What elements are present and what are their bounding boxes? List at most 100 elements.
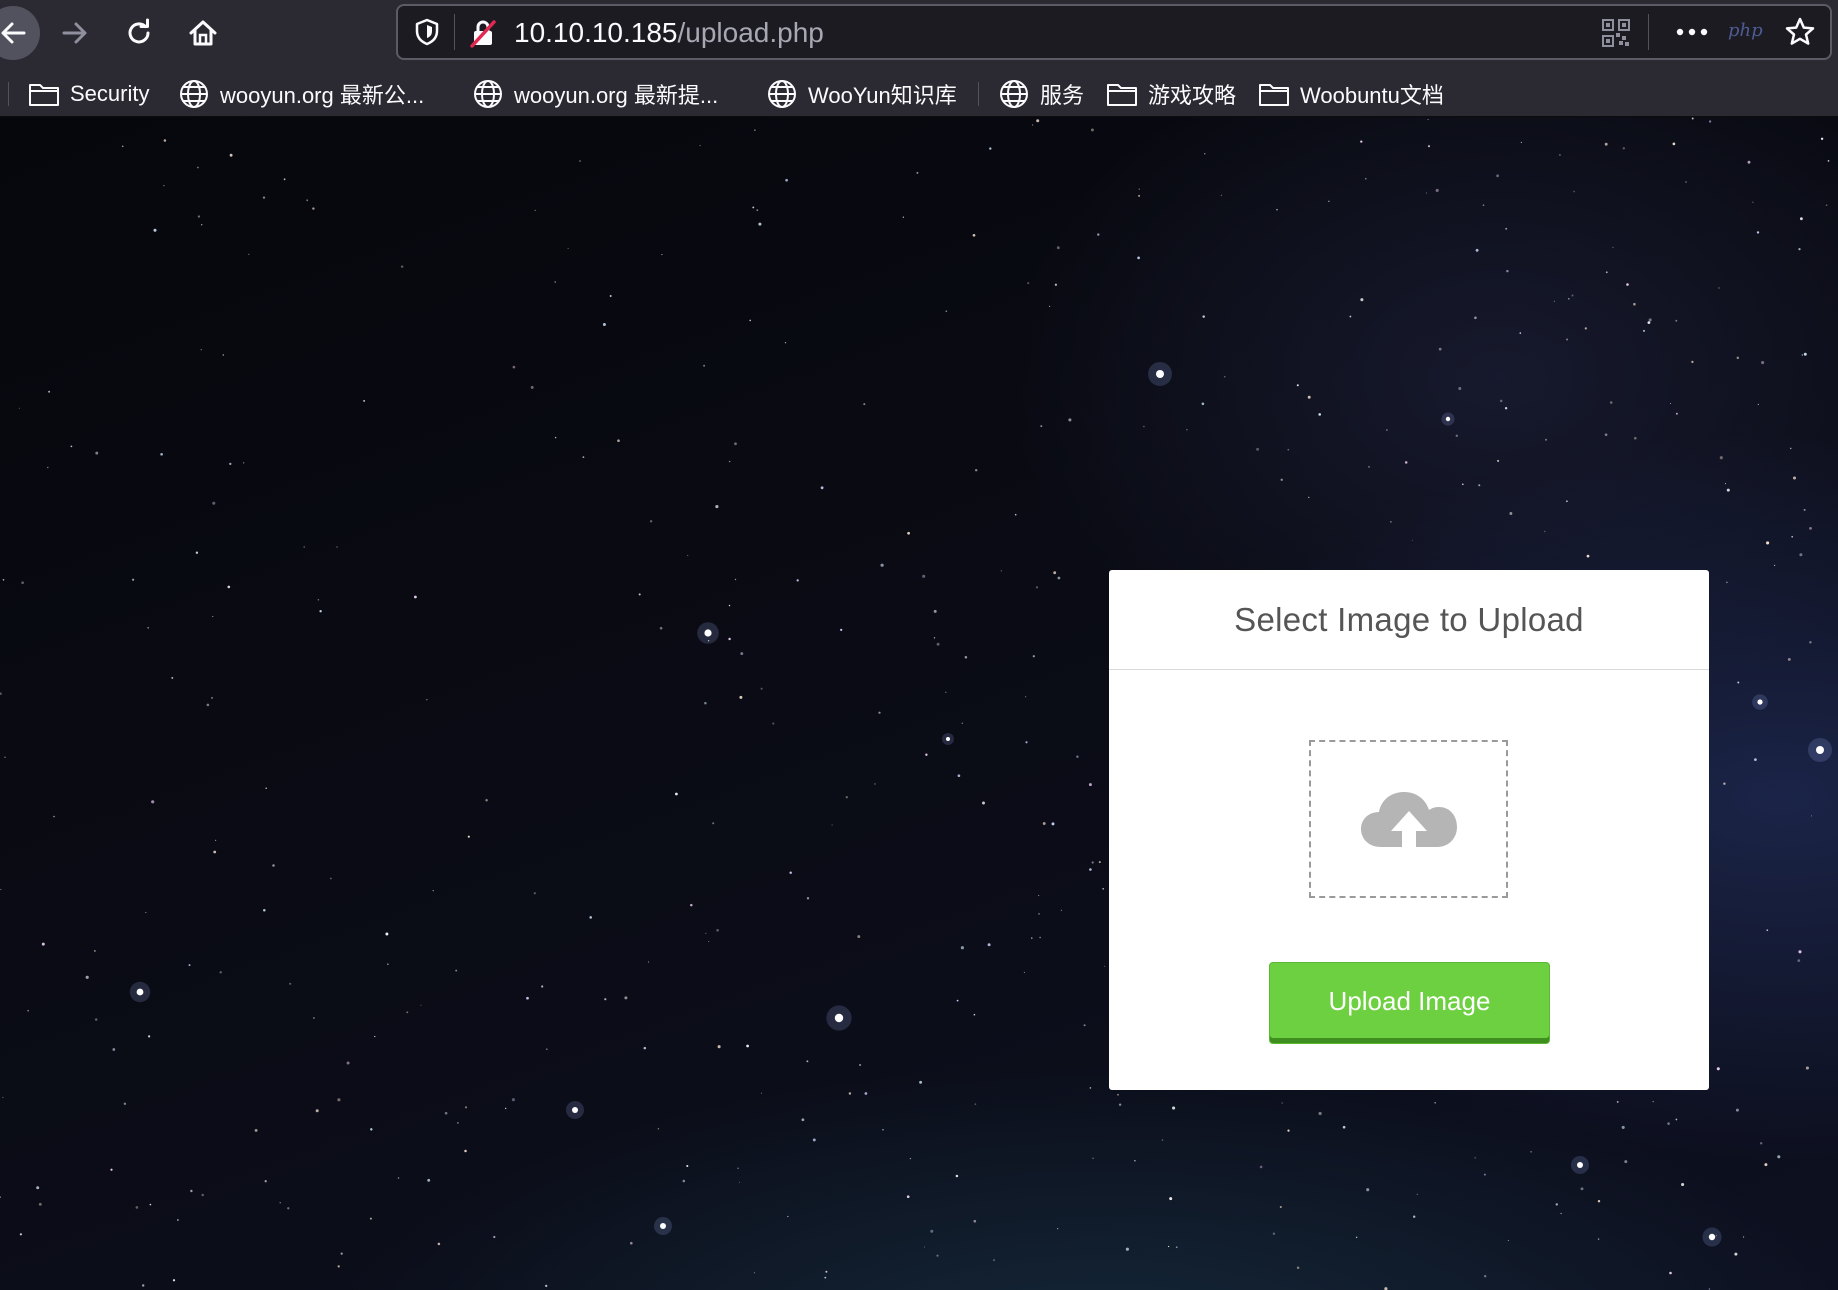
star — [1287, 448, 1290, 451]
star — [1809, 641, 1812, 644]
star — [961, 722, 963, 724]
qr-code-icon[interactable] — [1602, 19, 1630, 47]
star — [1566, 338, 1569, 341]
star — [1604, 142, 1608, 146]
bookmark-wooyun-knowledge[interactable]: WooYun知识库 — [766, 74, 957, 114]
star — [1308, 496, 1310, 499]
star — [1609, 401, 1613, 404]
image-dropzone[interactable] — [1309, 740, 1508, 898]
star — [1364, 177, 1367, 180]
star — [1616, 1100, 1619, 1103]
star — [177, 1219, 179, 1221]
star — [609, 295, 612, 297]
star — [974, 1103, 977, 1105]
star — [1296, 1266, 1300, 1269]
back-button[interactable] — [0, 6, 40, 60]
forward-button[interactable] — [48, 6, 102, 60]
bookmark-woobuntu-docs[interactable]: Woobuntu文档 — [1258, 74, 1444, 114]
bookmark-security[interactable]: Security — [28, 74, 149, 114]
star — [21, 581, 24, 585]
bright-star — [136, 988, 144, 996]
star — [1798, 247, 1801, 251]
star — [919, 1080, 923, 1084]
bookmark-wooyun-submissions[interactable]: wooyun.org 最新提... — [472, 74, 718, 114]
star — [437, 1242, 441, 1246]
shield-icon[interactable] — [414, 18, 440, 46]
star — [1175, 1246, 1178, 1249]
star — [1280, 478, 1283, 481]
star — [94, 1018, 98, 1021]
star — [1279, 1205, 1282, 1209]
star — [229, 153, 233, 157]
star — [1076, 755, 1079, 758]
star — [1719, 456, 1723, 460]
bookmark-game-guides[interactable]: 游戏攻略 — [1106, 74, 1236, 114]
url-bar[interactable]: 10.10.10.185/upload.php php — [396, 4, 1832, 60]
bright-star — [1757, 699, 1763, 705]
star — [1038, 894, 1040, 896]
star — [248, 253, 250, 255]
star — [1031, 124, 1034, 126]
bright-star — [1708, 1233, 1716, 1241]
bright-star — [660, 1223, 666, 1229]
star — [906, 1195, 910, 1199]
star — [604, 998, 607, 1001]
star — [772, 722, 775, 725]
star — [1810, 815, 1813, 817]
star — [1296, 384, 1299, 387]
star — [1360, 140, 1363, 143]
bookmark-services[interactable]: 服务 — [998, 74, 1084, 114]
home-button[interactable] — [176, 6, 230, 60]
insecure-lock-icon[interactable] — [468, 18, 498, 48]
star — [426, 699, 428, 701]
star — [909, 1157, 912, 1160]
star — [315, 1109, 319, 1113]
star — [1056, 246, 1060, 250]
star — [420, 1004, 422, 1006]
star — [330, 877, 332, 880]
star — [1000, 570, 1002, 572]
star — [1427, 118, 1429, 121]
star — [1544, 438, 1548, 441]
star — [36, 1186, 40, 1190]
star — [789, 871, 792, 875]
star — [907, 531, 910, 535]
star — [1259, 1165, 1263, 1169]
upload-image-button[interactable]: Upload Image — [1270, 963, 1549, 1043]
star — [467, 835, 470, 838]
star — [317, 599, 320, 601]
star — [1039, 936, 1041, 939]
url-text[interactable]: 10.10.10.185/upload.php — [514, 16, 824, 50]
star — [279, 1202, 281, 1204]
star — [579, 160, 581, 162]
star — [1801, 354, 1804, 356]
star — [1462, 483, 1464, 486]
star — [1186, 429, 1188, 431]
star-icon[interactable] — [1784, 16, 1816, 48]
star — [0, 888, 2, 890]
star — [859, 1063, 862, 1067]
star — [197, 215, 201, 218]
star — [526, 996, 529, 1000]
more-icon[interactable] — [1674, 20, 1710, 44]
star — [675, 792, 678, 796]
star — [936, 1254, 939, 1257]
star — [756, 209, 759, 212]
star — [27, 1010, 29, 1012]
folder-icon — [1107, 84, 1137, 106]
reload-button[interactable] — [112, 6, 166, 60]
star — [172, 1279, 176, 1282]
php-extension-icon[interactable]: php — [1728, 20, 1763, 41]
star — [545, 1284, 548, 1288]
star — [1612, 246, 1614, 248]
star — [760, 1092, 762, 1094]
star — [1726, 488, 1730, 492]
star — [1366, 1188, 1370, 1192]
star — [1404, 461, 1408, 464]
star — [972, 233, 976, 237]
star — [878, 711, 881, 714]
bookmark-wooyun-announcements[interactable]: wooyun.org 最新公... — [178, 74, 424, 114]
url-separator — [1648, 14, 1649, 50]
star — [737, 1167, 739, 1170]
star — [964, 656, 968, 659]
